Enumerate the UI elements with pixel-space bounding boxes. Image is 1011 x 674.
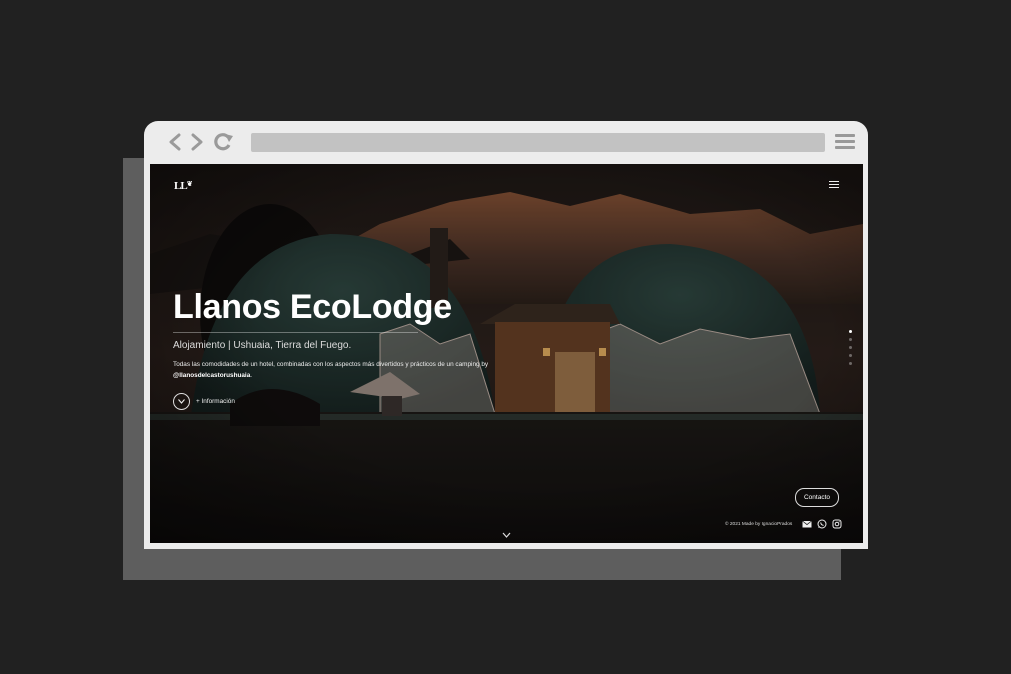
- footer-copyright: © 2021 Made by IgnacioPrados: [725, 522, 793, 527]
- social-links: [802, 519, 842, 529]
- more-info-label: + Información: [196, 398, 235, 405]
- browser-menu-icon[interactable]: [835, 134, 855, 150]
- hero-overlay: [150, 164, 863, 543]
- more-info-button[interactable]: + Información: [173, 393, 235, 410]
- contact-button[interactable]: Contacto: [795, 488, 839, 507]
- mail-icon[interactable]: [802, 519, 812, 529]
- description-suffix: .: [250, 372, 253, 379]
- slide-dot-3[interactable]: [849, 346, 852, 349]
- description-text: Todas las comodidades de un hotel, combi…: [173, 361, 489, 368]
- hero-subtitle: Alojamiento | Ushuaia, Tierra del Fuego.: [173, 340, 352, 351]
- slide-dot-2[interactable]: [849, 338, 852, 341]
- slide-indicator: [849, 330, 853, 370]
- forward-arrow-icon[interactable]: [186, 131, 208, 153]
- hero-title: Llanos EcoLodge: [173, 288, 452, 326]
- scroll-down-icon[interactable]: [502, 532, 511, 539]
- slide-dot-4[interactable]: [849, 354, 852, 357]
- browser-window: LL❦ Llanos EcoLodge Alojamiento | Ushuai…: [144, 121, 868, 549]
- whatsapp-icon[interactable]: [817, 519, 827, 529]
- slide-dot-5[interactable]: [849, 362, 852, 365]
- site-logo[interactable]: LL❦: [174, 180, 193, 192]
- instagram-icon[interactable]: [832, 519, 842, 529]
- slide-dot-1[interactable]: [849, 330, 852, 333]
- leaf-icon: ❦: [186, 180, 193, 188]
- back-arrow-icon[interactable]: [164, 131, 186, 153]
- chevron-down-icon: [173, 393, 190, 410]
- website-viewport: LL❦ Llanos EcoLodge Alojamiento | Ushuai…: [150, 164, 863, 543]
- reload-icon[interactable]: [212, 131, 234, 153]
- site-menu-icon[interactable]: [829, 181, 839, 189]
- title-divider: [173, 332, 418, 333]
- instagram-handle-link[interactable]: @llanosdelcastorushuaia: [173, 372, 250, 379]
- address-bar[interactable]: [251, 133, 825, 152]
- hero-description: Todas las comodidades de un hotel, combi…: [173, 359, 493, 381]
